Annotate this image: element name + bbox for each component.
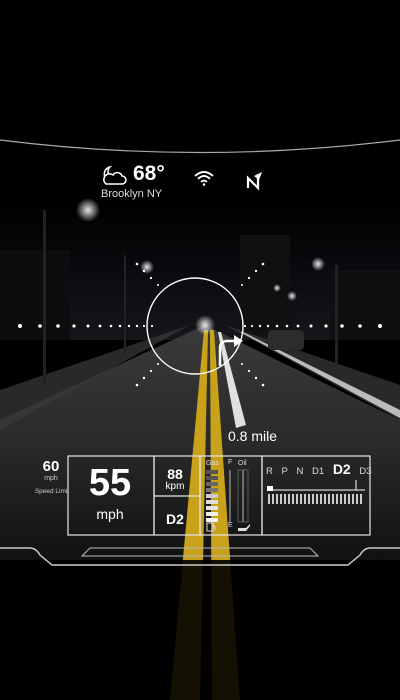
wifi-icon (194, 171, 214, 186)
transmission-gears: R P N D1 D2 D3 (266, 461, 378, 477)
speed-limit-unit: mph (44, 475, 58, 482)
transmission-bar (267, 480, 365, 504)
speed-limit-value: 60 (42, 458, 60, 475)
gas-label: Gas (206, 460, 219, 467)
speed-kpm-unit: kpm (165, 481, 185, 492)
gas-full-mark: F (228, 459, 233, 466)
gear-r: R (266, 466, 273, 477)
speed-value: 55 (88, 462, 132, 504)
gas-pump-icon (206, 522, 216, 532)
gas-empty-mark: E (228, 522, 233, 529)
oil-gauge (237, 469, 249, 523)
gear-n: N (296, 466, 304, 477)
moon-cloud-icon (103, 165, 127, 185)
navigation-reticle (18, 262, 382, 387)
oil-can-icon (238, 524, 250, 531)
navigation-arrow-icon[interactable] (244, 170, 266, 192)
gas-gauge (206, 470, 231, 522)
turn-right-arrow-icon (218, 335, 243, 366)
weather-city: Brooklyn NY (101, 188, 163, 200)
distance-to-turn: 0.8 mile (228, 428, 278, 444)
speed-unit: mph (96, 506, 124, 522)
weather-temperature: 68° (133, 162, 165, 185)
gear-d3: D3 (359, 466, 372, 477)
gear-d1: D1 (312, 466, 325, 477)
gear-d2: D2 (332, 461, 351, 477)
gear-p: P (281, 466, 288, 477)
speed-kpm-value: 88 (167, 466, 183, 482)
current-gear: D2 (166, 511, 184, 527)
oil-label: Oil (238, 460, 247, 467)
